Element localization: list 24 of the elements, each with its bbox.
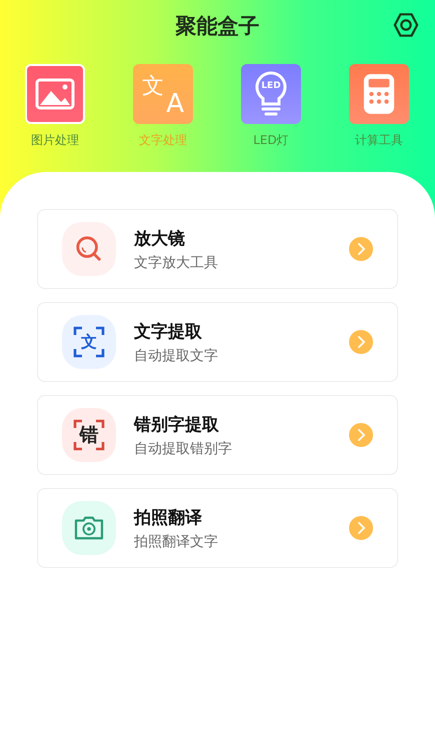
- icon-glyph: 文: [142, 73, 164, 101]
- feature-title: 文字提取: [134, 320, 203, 342]
- feature-card[interactable]: 文 文字提取 自动提取文字: [37, 302, 398, 382]
- chevron-icon: [349, 516, 373, 540]
- chevron-icon: [349, 423, 373, 447]
- chevron-icon: [349, 330, 373, 354]
- image-icon: [35, 78, 75, 110]
- feature-subtitle: 自动提取错别字: [134, 440, 233, 458]
- magnifier-icon: [75, 235, 103, 263]
- chevron-icon: [349, 237, 373, 261]
- feature-subtitle: 文字放大工具: [134, 254, 219, 272]
- camera-icon: [73, 515, 105, 541]
- feature-title: 错别字提取: [134, 414, 220, 436]
- feature-title: 拍照翻译: [134, 506, 203, 528]
- icon-glyph: A: [166, 89, 184, 119]
- feature-card[interactable]: 放大镜 文字放大工具: [37, 209, 398, 289]
- feature-title: 放大镜: [134, 228, 186, 250]
- settings-icon[interactable]: [393, 12, 419, 38]
- feature-subtitle: 拍照翻译文字: [134, 532, 219, 550]
- feature-subtitle: 自动提取文字: [134, 346, 219, 364]
- feature-card[interactable]: 错 错别字提取 自动提取错别字: [37, 395, 398, 475]
- app-title: 聚能盒子: [176, 13, 260, 40]
- calculator-icon: [362, 72, 396, 116]
- feature-card[interactable]: 拍照翻译 拍照翻译文字: [37, 488, 398, 568]
